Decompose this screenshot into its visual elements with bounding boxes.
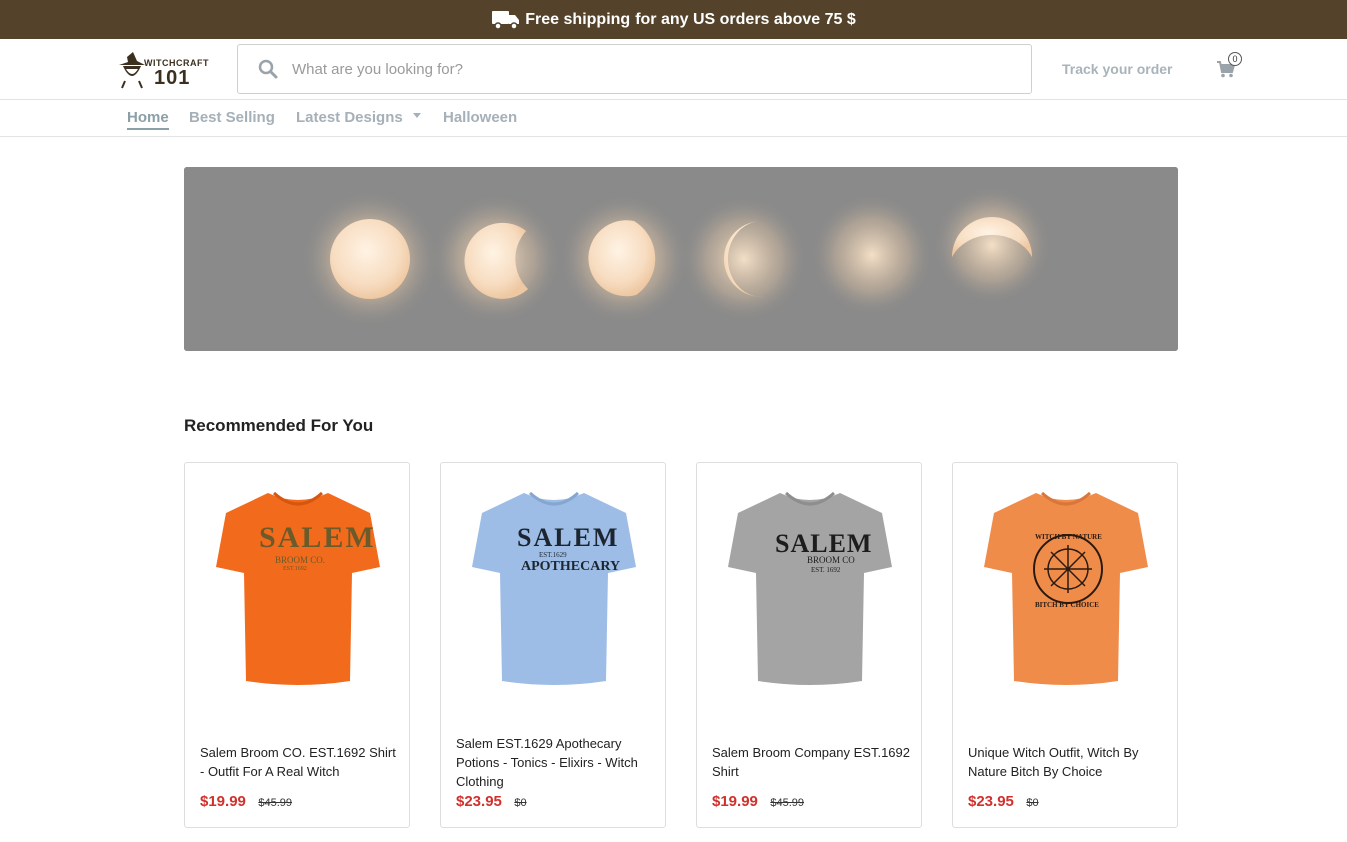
witch-hat-logo-icon bbox=[119, 52, 145, 89]
shirt-print-est: EST.1629 bbox=[539, 551, 567, 559]
nav-item-label: Latest Designs bbox=[296, 109, 403, 126]
product-old-price: $45.99 bbox=[770, 797, 804, 809]
shirt-print-subtitle: BITCH BY CHOICE bbox=[1035, 601, 1099, 609]
product-prices: $23.95 $0 bbox=[968, 793, 1039, 811]
product-name[interactable]: Salem Broom CO. EST.1692 Shirt - Outfit … bbox=[200, 743, 400, 781]
shirt-print-title: SALEM bbox=[517, 523, 620, 552]
banner-strong-text: Free shipping bbox=[525, 10, 631, 28]
cart-button[interactable]: 0 bbox=[1216, 52, 1246, 82]
product-name[interactable]: Salem Broom Company EST.1692 Shirt bbox=[712, 743, 912, 781]
search-icon[interactable] bbox=[258, 59, 278, 79]
product-image[interactable] bbox=[722, 485, 898, 697]
product-old-price: $0 bbox=[1026, 797, 1039, 809]
moon-phases-image bbox=[184, 167, 1178, 351]
search-input[interactable] bbox=[292, 53, 1012, 85]
product-image[interactable] bbox=[210, 485, 386, 697]
product-name[interactable]: Unique Witch Outfit, Witch By Nature Bit… bbox=[968, 743, 1168, 781]
product-price: $23.95 bbox=[968, 793, 1014, 810]
product-card[interactable]: SALEM EST.1629 APOTHECARY Salem EST.1629… bbox=[440, 462, 666, 828]
product-old-price: $45.99 bbox=[258, 797, 292, 809]
site-header: WITCHCRAFT 101 Track your order 0 bbox=[0, 39, 1347, 100]
shirt-print-title: SALEM bbox=[259, 521, 376, 554]
product-card[interactable]: SALEM BROOM CO EST. 1692 Salem Broom Com… bbox=[696, 462, 922, 828]
shirt-print-title: WITCH BY NATURE bbox=[1035, 533, 1102, 541]
product-image[interactable] bbox=[466, 485, 642, 697]
shirt-print-subtitle: BROOM CO bbox=[807, 555, 855, 565]
product-prices: $23.95 $0 bbox=[456, 793, 527, 811]
product-price: $19.99 bbox=[712, 793, 758, 810]
nav-item-home[interactable]: Home bbox=[127, 109, 169, 130]
hero-banner[interactable] bbox=[184, 167, 1178, 351]
nav-item-best-selling[interactable]: Best Selling bbox=[189, 109, 275, 126]
shirt-print-subtitle: APOTHECARY bbox=[521, 559, 621, 574]
site-logo[interactable]: WITCHCRAFT 101 bbox=[117, 51, 209, 89]
banner-text: for any US orders above 75 $ bbox=[635, 10, 856, 28]
shirt-print-subtitle: BROOM CO. bbox=[275, 555, 326, 565]
product-card[interactable]: SALEM BROOM CO. EST.1692 Salem Broom CO.… bbox=[184, 462, 410, 828]
search-box[interactable] bbox=[237, 44, 1032, 94]
main-nav: Home Best Selling Latest Designs Hallowe… bbox=[0, 100, 1347, 137]
product-prices: $19.99 $45.99 bbox=[712, 793, 804, 811]
product-prices: $19.99 $45.99 bbox=[200, 793, 292, 811]
track-order-link[interactable]: Track your order bbox=[1062, 61, 1173, 77]
section-title: Recommended For You bbox=[184, 416, 374, 435]
shirt-print-est: EST. 1692 bbox=[811, 566, 841, 574]
truck-icon bbox=[492, 10, 520, 30]
product-price: $23.95 bbox=[456, 793, 502, 810]
nav-item-halloween[interactable]: Halloween bbox=[443, 109, 517, 126]
chevron-down-icon bbox=[412, 112, 421, 118]
product-image[interactable] bbox=[978, 485, 1154, 697]
shirt-print-est: EST.1692 bbox=[283, 566, 307, 572]
cart-count-badge: 0 bbox=[1228, 52, 1242, 66]
product-card[interactable]: WITCH BY NATURE BITCH BY CHOICE Unique W… bbox=[952, 462, 1178, 828]
nav-item-latest-designs[interactable]: Latest Designs bbox=[296, 109, 421, 126]
product-price: $19.99 bbox=[200, 793, 246, 810]
product-name[interactable]: Salem EST.1629 Apothecary Potions - Toni… bbox=[456, 734, 656, 791]
logo-text-bottom: 101 bbox=[154, 67, 191, 89]
product-old-price: $0 bbox=[514, 797, 527, 809]
free-shipping-banner: Free shipping for any US orders above 75… bbox=[0, 0, 1347, 39]
